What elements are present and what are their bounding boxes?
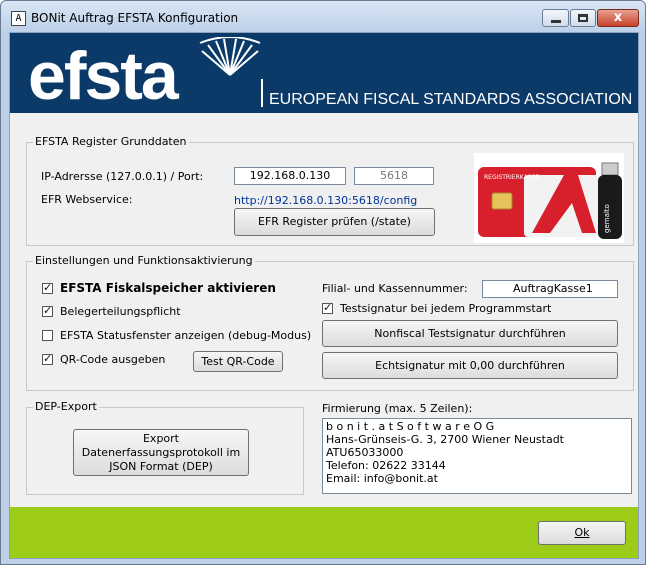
belegerteilung-label: Belegerteilungspflicht — [60, 305, 181, 318]
fiskalspeicher-checkbox[interactable]: EFSTA Fiskalspeicher aktivieren — [42, 281, 276, 295]
banner-divider — [261, 79, 263, 107]
app-window: A BONit Auftrag EFSTA Konfiguration x ef… — [0, 0, 646, 565]
qrcode-checkbox-box[interactable] — [42, 352, 53, 365]
filial-field[interactable]: AuftragKasse1 — [482, 280, 618, 298]
minimize-icon — [551, 20, 561, 23]
ip-address-field[interactable]: 192.168.0.130 — [234, 167, 346, 185]
fiskalspeicher-checkbox-box[interactable] — [42, 281, 53, 294]
maximize-button[interactable] — [570, 9, 596, 27]
usb-label: gemalto — [603, 204, 611, 233]
dep-export-line2: JSON Format (DEP) — [109, 459, 213, 473]
echtsignatur-button[interactable]: Echtsignatur mit 0,00 durchführen — [322, 352, 618, 379]
dep-export-button[interactable]: Export Datenerfassungsprotokoll im JSON … — [73, 429, 249, 476]
app-icon[interactable]: A — [11, 11, 26, 26]
nonfiscal-test-button[interactable]: Nonfiscal Testsignatur durchführen — [322, 320, 618, 347]
ok-button[interactable]: Ok — [538, 521, 626, 545]
ip-port-label: IP-Adrersse (127.0.0.1) / Port: — [41, 170, 204, 183]
card-label: REGISTRIERKASSE — [484, 174, 539, 181]
close-button[interactable]: x — [597, 9, 639, 27]
register-group-legend: EFSTA Register Grunddaten — [33, 135, 189, 148]
belegerteilung-checkbox[interactable]: Belegerteilungspflicht — [42, 304, 181, 318]
firmierung-line: Email: info@bonit.at — [326, 472, 438, 485]
testsignatur-checkbox[interactable]: Testsignatur bei jedem Programmstart — [322, 301, 552, 315]
register-card-image: REGISTRIERKASSE gemalto — [474, 153, 624, 243]
settings-group-legend: Einstellungen und Funktionsaktivierung — [33, 254, 255, 267]
efsta-banner: efsta EUROPEAN FISCAL STANDARDS ASSOCIAT… — [10, 33, 638, 113]
dep-group-legend: DEP-Export — [33, 400, 99, 413]
firmierung-line: Hans-Grünseis-G. 3, 2700 Wiener Neustadt — [326, 433, 564, 446]
check-register-button[interactable]: EFR Register prüfen (/state) — [234, 208, 435, 236]
testsignatur-checkbox-box[interactable] — [322, 301, 333, 314]
efsta-logo-text: efsta — [28, 38, 179, 114]
ok-button-label: Ok — [574, 526, 590, 539]
statusfenster-checkbox[interactable]: EFSTA Statusfenster anzeigen (debug-Modu… — [42, 329, 311, 342]
testsignatur-label: Testsignatur bei jedem Programmstart — [340, 302, 552, 315]
footer-bar: Ok — [10, 507, 638, 558]
filial-label: Filial- und Kassennummer: — [322, 282, 468, 295]
efsta-logo-icon — [199, 37, 261, 76]
minimize-button[interactable] — [542, 9, 569, 27]
dep-export-line1: Export Datenerfassungsprotokoll im — [81, 431, 241, 459]
window-title: BONit Auftrag EFSTA Konfiguration — [31, 11, 239, 25]
title-bar[interactable]: A BONit Auftrag EFSTA Konfiguration x — [1, 1, 645, 33]
close-icon: x — [613, 10, 623, 25]
webservice-link[interactable]: http://192.168.0.130:5618/config — [234, 194, 417, 207]
client-area: efsta EUROPEAN FISCAL STANDARDS ASSOCIAT… — [9, 32, 639, 559]
statusfenster-checkbox-box[interactable] — [42, 330, 53, 341]
firmierung-line: ATU65033000 — [326, 446, 404, 459]
statusfenster-label: EFSTA Statusfenster anzeigen (debug-Modu… — [60, 329, 312, 342]
banner-subtitle: EUROPEAN FISCAL STANDARDS ASSOCIATION — [269, 91, 633, 108]
firmierung-textarea[interactable]: b o n i t . a t S o f t w a r e O G Hans… — [322, 418, 632, 494]
maximize-icon — [578, 14, 588, 22]
webservice-label: EFR Webservice: — [41, 193, 133, 206]
firmierung-line: b o n i t . a t S o f t w a r e O G — [326, 420, 495, 433]
qrcode-checkbox[interactable]: QR-Code ausgeben — [42, 352, 166, 366]
firmierung-line: Telefon: 02622 33144 — [326, 459, 446, 472]
port-field[interactable]: 5618 — [354, 167, 434, 185]
fiskalspeicher-label: EFSTA Fiskalspeicher aktivieren — [60, 281, 276, 295]
test-qr-button[interactable]: Test QR-Code — [193, 351, 283, 372]
qrcode-label: QR-Code ausgeben — [60, 353, 166, 366]
firmierung-label: Firmierung (max. 5 Zeilen): — [322, 402, 473, 415]
belegerteilung-checkbox-box[interactable] — [42, 304, 53, 317]
